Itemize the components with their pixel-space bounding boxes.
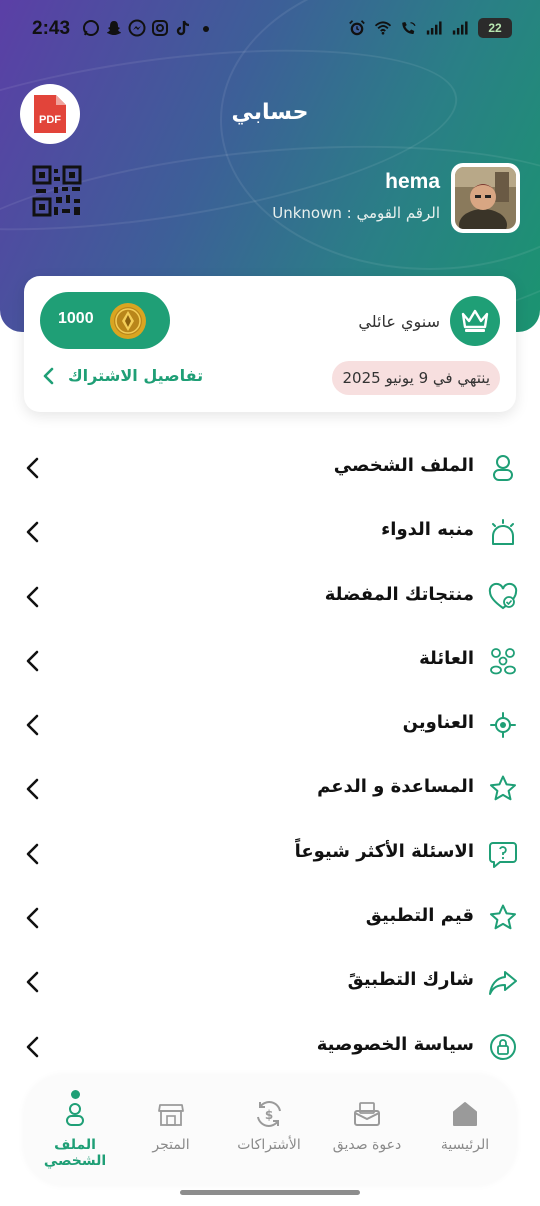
nav-tab-store[interactable]: المتجر: [122, 1075, 220, 1185]
wifi-icon: [374, 19, 392, 37]
pdf-icon: PDF: [34, 95, 66, 133]
avatar-photo: [455, 167, 516, 229]
home-indicator[interactable]: [180, 1190, 360, 1195]
nav-tab-invite-friend[interactable]: دعوة صديق: [318, 1075, 416, 1185]
svg-text:$: $: [265, 1108, 273, 1122]
chevron-left-icon: [26, 586, 39, 607]
user-name: hema: [385, 170, 440, 193]
family-icon: [490, 647, 516, 675]
signal-icon: [452, 19, 470, 37]
coins-value: 1000: [58, 310, 94, 327]
invite-icon: [354, 1102, 380, 1126]
nav-tab-label: دعوة صديق: [332, 1137, 402, 1153]
chevron-left-icon: [26, 843, 39, 865]
expiry-badge: ينتهي في 9 يونيو 2025: [332, 361, 500, 395]
menu-item-label: منبه الدواء: [381, 519, 474, 541]
menu-item-label: شارك التطبيقً: [347, 969, 474, 991]
favorite-heart-icon: [488, 582, 518, 609]
menu-item-family[interactable]: العائلة: [0, 629, 540, 693]
plan-name: سنوي عائلي: [358, 312, 440, 331]
nav-tab-label: الرئيسية: [440, 1137, 490, 1153]
menu-item-faq[interactable]: الاسئلة الأكثر شيوعاً: [0, 822, 540, 886]
share-icon: [489, 971, 517, 996]
lock-icon: [490, 1033, 516, 1060]
chevron-left-icon: [26, 521, 39, 543]
crown-icon: [461, 309, 489, 332]
question-icon: [489, 841, 517, 868]
nav-tab-label: الملف الشخصي: [43, 1137, 107, 1169]
menu-item-label: العائلة: [419, 647, 474, 669]
pdf-export-button[interactable]: PDF: [20, 84, 80, 144]
chevron-left-icon: [26, 650, 39, 672]
subscriptions-icon: $: [257, 1101, 281, 1127]
nav-tab-home[interactable]: الرئيسية: [416, 1075, 514, 1185]
wifi-call-icon: [400, 19, 418, 37]
menu-item-label: العناوين: [402, 712, 474, 734]
star-icon: [490, 775, 516, 801]
menu-item-share-app[interactable]: شارك التطبيقً: [0, 950, 540, 1014]
nav-tab-label: الأشتراكات: [237, 1137, 301, 1153]
menu-item-label: الملف الشخصي: [333, 455, 474, 476]
avatar[interactable]: [451, 163, 520, 233]
subscription-card: 1000 سنوي عائلي تفاصيل الاشتراك ينتهي في…: [24, 276, 516, 412]
rate-star-icon: [490, 904, 516, 930]
chevron-left-icon: [26, 457, 39, 479]
battery-icon: 22: [478, 18, 512, 38]
user-icon: [493, 455, 513, 481]
tiktok-icon: [174, 19, 192, 37]
active-indicator-dot: [71, 1090, 80, 1099]
subscription-details-link[interactable]: تفاصيل الاشتراك: [42, 366, 203, 385]
menu-item-favorites[interactable]: منتجاتك المفضلة: [0, 565, 540, 629]
qr-code-button[interactable]: [32, 165, 82, 217]
coins-balance-pill[interactable]: 1000: [40, 292, 170, 349]
profile-icon: [66, 1103, 84, 1126]
settings-menu: الملف الشخصي منبه الدواء منتجاتك المفضلة…: [0, 436, 540, 1079]
nav-tab-profile[interactable]: الملف الشخصي: [26, 1075, 124, 1185]
pdf-icon-label: PDF: [39, 114, 61, 126]
nav-tab-label: المتجر: [152, 1137, 190, 1153]
location-icon: [490, 712, 516, 739]
instagram-icon: [151, 19, 169, 37]
whatsapp-icon: [82, 19, 100, 37]
alarm-icon: [348, 19, 366, 37]
chevron-left-icon: [26, 907, 39, 929]
subscription-details-label: تفاصيل الاشتراك: [68, 366, 204, 385]
alarm-bell-icon: [492, 519, 514, 546]
menu-item-rate-app[interactable]: قيم التطبيق: [0, 886, 540, 950]
menu-item-label: سياسة الخصوصية: [316, 1033, 474, 1055]
chevron-left-icon: [26, 1036, 39, 1057]
crown-badge: [450, 296, 500, 346]
bottom-navigation: الملف الشخصي المتجر $ الأشتراكات دعوة صد…: [24, 1075, 516, 1185]
menu-item-label: قيم التطبيق: [365, 905, 474, 927]
store-icon: [158, 1104, 184, 1126]
dot-icon: [197, 19, 215, 37]
chevron-left-icon: [43, 367, 54, 384]
gold-coin-icon: [110, 303, 146, 339]
nav-tab-subscriptions[interactable]: $ الأشتراكات: [220, 1075, 318, 1185]
menu-item-label: الاسئلة الأكثر شيوعاً: [294, 840, 474, 862]
menu-item-privacy-policy[interactable]: سياسة الخصوصية: [0, 1015, 540, 1079]
status-time: 2:43: [32, 18, 71, 39]
menu-item-profile[interactable]: الملف الشخصي: [0, 436, 540, 500]
menu-item-addresses[interactable]: العناوين: [0, 693, 540, 757]
snapchat-icon: [105, 19, 123, 37]
menu-item-medicine-alarm[interactable]: منبه الدواء: [0, 500, 540, 564]
menu-item-label: المساعدة و الدعم: [317, 776, 474, 798]
menu-item-label: منتجاتك المفضلة: [324, 583, 474, 605]
menu-item-help-support[interactable]: المساعدة و الدعم: [0, 757, 540, 821]
chevron-left-icon: [26, 714, 39, 736]
page-title: حسابي: [231, 100, 309, 125]
chevron-left-icon: [26, 779, 39, 800]
qr-code-icon: [32, 165, 82, 217]
home-icon: [453, 1102, 477, 1126]
national-id: الرقم القومي : Unknown: [272, 204, 440, 222]
chevron-left-icon: [26, 972, 39, 993]
signal-icon: [426, 19, 444, 37]
messenger-icon: [128, 19, 146, 37]
status-bar: 2:43 22: [0, 0, 540, 64]
